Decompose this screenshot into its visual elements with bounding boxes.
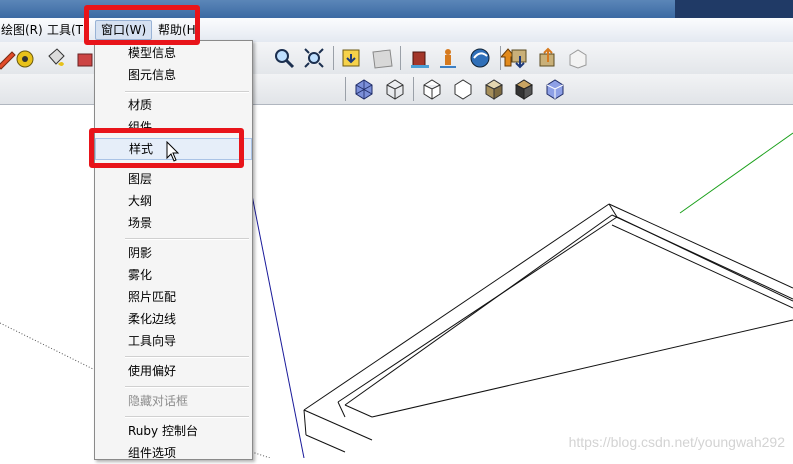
watermark-text: https://blog.csdn.net/youngwah292 — [568, 434, 785, 450]
menu-ruby-console[interactable]: Ruby 控制台 — [95, 420, 252, 442]
menu-separator — [125, 238, 249, 240]
menu-fog[interactable]: 雾化 — [95, 264, 252, 286]
textured-style-icon[interactable] — [482, 77, 506, 101]
menu-materials[interactable]: 材质 — [95, 94, 252, 116]
menu-window[interactable]: 窗口(W) — [95, 20, 153, 40]
menu-entity-info[interactable]: 图元信息 — [95, 64, 252, 86]
toolbar-separator — [333, 46, 334, 70]
window-menu-dropdown: 模型信息 图元信息 材质 组件 样式 图层 大纲 场景 阴影 雾化 照片匹配 柔… — [94, 40, 253, 460]
menu-components[interactable]: 组件 — [95, 116, 252, 138]
menu-component-options[interactable]: 组件选项 — [95, 442, 252, 464]
menu-outliner[interactable]: 大纲 — [95, 190, 252, 212]
xray-style-icon[interactable] — [352, 77, 376, 101]
zoom-extents-icon[interactable] — [302, 46, 326, 70]
paint-bucket-icon[interactable] — [44, 46, 68, 70]
window-controls[interactable] — [675, 0, 793, 18]
toolbar-separator — [345, 77, 346, 101]
get-models-icon[interactable] — [340, 46, 364, 70]
shaded-style-icon[interactable] — [451, 77, 475, 101]
mouse-cursor-icon — [166, 141, 180, 162]
push-pull-icon[interactable] — [72, 46, 96, 70]
monochrome-style-icon[interactable] — [512, 77, 536, 101]
menu-scenes[interactable]: 场景 — [95, 212, 252, 234]
google-earth-icon[interactable] — [468, 46, 492, 70]
menu-separator — [125, 416, 249, 418]
menu-tools[interactable]: 工具(T — [42, 18, 88, 42]
menu-preferences[interactable]: 使用偏好 — [95, 360, 252, 382]
menu-shadows[interactable]: 阴影 — [95, 242, 252, 264]
zoom-icon[interactable] — [272, 46, 296, 70]
person-icon[interactable] — [436, 46, 460, 70]
menu-layers[interactable]: 图层 — [95, 168, 252, 190]
toolbar-separator — [413, 77, 414, 101]
share-component-icon[interactable] — [536, 46, 560, 70]
wireframe-style-icon[interactable] — [383, 77, 407, 101]
get-components-icon[interactable] — [508, 46, 532, 70]
toolbar-separator — [500, 46, 501, 70]
menu-separator — [125, 356, 249, 358]
blue-axis — [245, 164, 305, 458]
menu-separator — [125, 386, 249, 388]
menu-model-info[interactable]: 模型信息 — [95, 42, 252, 64]
green-axis — [679, 132, 793, 214]
menu-match-photo[interactable]: 照片匹配 — [95, 286, 252, 308]
tray-model — [303, 203, 793, 453]
menu-draw[interactable]: 绘图(R) — [0, 18, 48, 42]
toolbar-separator — [400, 46, 401, 70]
tape-measure-icon[interactable] — [14, 46, 38, 70]
back-edges-style-icon[interactable] — [543, 77, 567, 101]
menu-separator — [125, 91, 249, 93]
red-axis-dotted — [0, 322, 96, 371]
menu-soften-edges[interactable]: 柔化边线 — [95, 308, 252, 330]
component-outline-icon[interactable] — [566, 46, 590, 70]
menu-help[interactable]: 帮助(H — [153, 18, 201, 42]
menu-instructor[interactable]: 工具向导 — [95, 330, 252, 352]
share-model-icon[interactable] — [370, 46, 394, 70]
building-icon[interactable] — [408, 46, 432, 70]
menu-hide-dialogs: 隐藏对话框 — [128, 394, 189, 408]
hidden-line-style-icon[interactable] — [420, 77, 444, 101]
title-bar — [0, 0, 793, 18]
